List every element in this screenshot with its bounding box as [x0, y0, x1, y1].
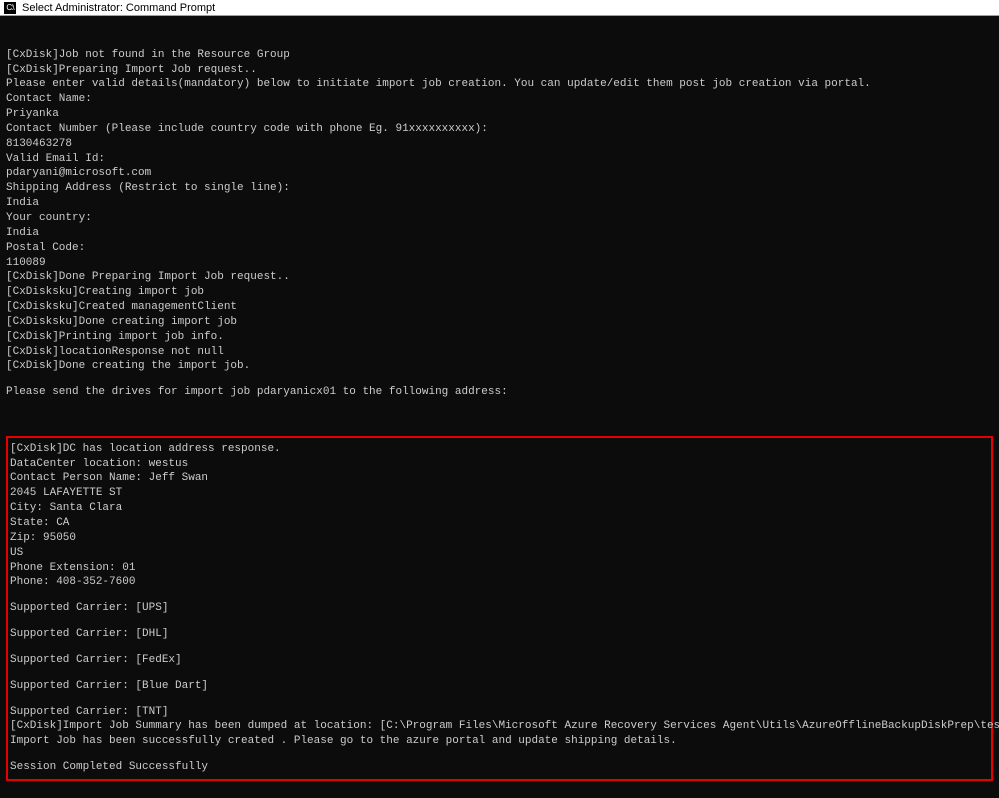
terminal-line: [CxDisk]locationResponse not null	[6, 345, 993, 360]
terminal-line	[10, 616, 989, 627]
terminal-line	[10, 668, 989, 679]
terminal-line: India	[6, 226, 993, 241]
terminal-line: Please send the drives for import job pd…	[6, 385, 993, 400]
terminal-line: Session Completed Successfully	[10, 760, 989, 775]
terminal-line: Please enter valid details(mandatory) be…	[6, 77, 993, 92]
terminal-line: [CxDisk]Done creating the import job.	[6, 359, 993, 374]
terminal-line	[10, 642, 989, 653]
terminal-line: [CxDisksku]Created managementClient	[6, 300, 993, 315]
terminal-line: [CxDisk]DC has location address response…	[10, 442, 989, 457]
terminal-line: State: CA	[10, 516, 989, 531]
output-highlighted-section: [CxDisk]DC has location address response…	[6, 436, 993, 781]
terminal-line: Import Job has been successfully created…	[10, 734, 989, 749]
cmd-icon: C:\	[4, 2, 16, 14]
terminal-line: [CxDisk]Printing import job info.	[6, 330, 993, 345]
window-title: Select Administrator: Command Prompt	[22, 2, 215, 14]
terminal-line: [CxDisk]Done Preparing Import Job reques…	[6, 270, 993, 285]
terminal-line	[6, 374, 993, 385]
terminal-line: pdaryani@microsoft.com	[6, 166, 993, 181]
terminal-line: City: Santa Clara	[10, 501, 989, 516]
terminal-line: Valid Email Id:	[6, 152, 993, 167]
output-top-section: [CxDisk]Job not found in the Resource Gr…	[6, 48, 993, 400]
terminal-line: [CxDisk]Job not found in the Resource Gr…	[6, 48, 993, 63]
terminal-line: [CxDisk]Preparing Import Job request..	[6, 63, 993, 78]
terminal-line: Your country:	[6, 211, 993, 226]
terminal-line: Phone: 408-352-7600	[10, 575, 989, 590]
terminal-line: Supported Carrier: [UPS]	[10, 601, 989, 616]
terminal-line: Contact Name:	[6, 92, 993, 107]
terminal-line: DataCenter location: westus	[10, 457, 989, 472]
terminal-line: Supported Carrier: [FedEx]	[10, 653, 989, 668]
terminal-line: US	[10, 546, 989, 561]
terminal-line: Contact Number (Please include country c…	[6, 122, 993, 137]
terminal-line: [CxDisk]Import Job Summary has been dump…	[10, 719, 989, 734]
terminal-line: [CxDisksku]Done creating import job	[6, 315, 993, 330]
terminal-line: Priyanka	[6, 107, 993, 122]
terminal-line: Shipping Address (Restrict to single lin…	[6, 181, 993, 196]
terminal-line: India	[6, 196, 993, 211]
terminal-line: Postal Code:	[6, 241, 993, 256]
terminal-line: 2045 LAFAYETTE ST	[10, 486, 989, 501]
terminal-line	[10, 694, 989, 705]
terminal-line: Supported Carrier: [TNT]	[10, 705, 989, 720]
terminal-line	[10, 749, 989, 760]
terminal-line: 110089	[6, 256, 993, 271]
terminal-output: [CxDisk]Job not found in the Resource Gr…	[0, 16, 999, 798]
terminal-line: 8130463278	[6, 137, 993, 152]
terminal-line: Supported Carrier: [Blue Dart]	[10, 679, 989, 694]
terminal-line: Phone Extension: 01	[10, 561, 989, 576]
terminal-line: Contact Person Name: Jeff Swan	[10, 471, 989, 486]
terminal-line: Zip: 95050	[10, 531, 989, 546]
terminal-line: Supported Carrier: [DHL]	[10, 627, 989, 642]
window-titlebar[interactable]: C:\ Select Administrator: Command Prompt	[0, 0, 999, 16]
terminal-line: [CxDisksku]Creating import job	[6, 285, 993, 300]
